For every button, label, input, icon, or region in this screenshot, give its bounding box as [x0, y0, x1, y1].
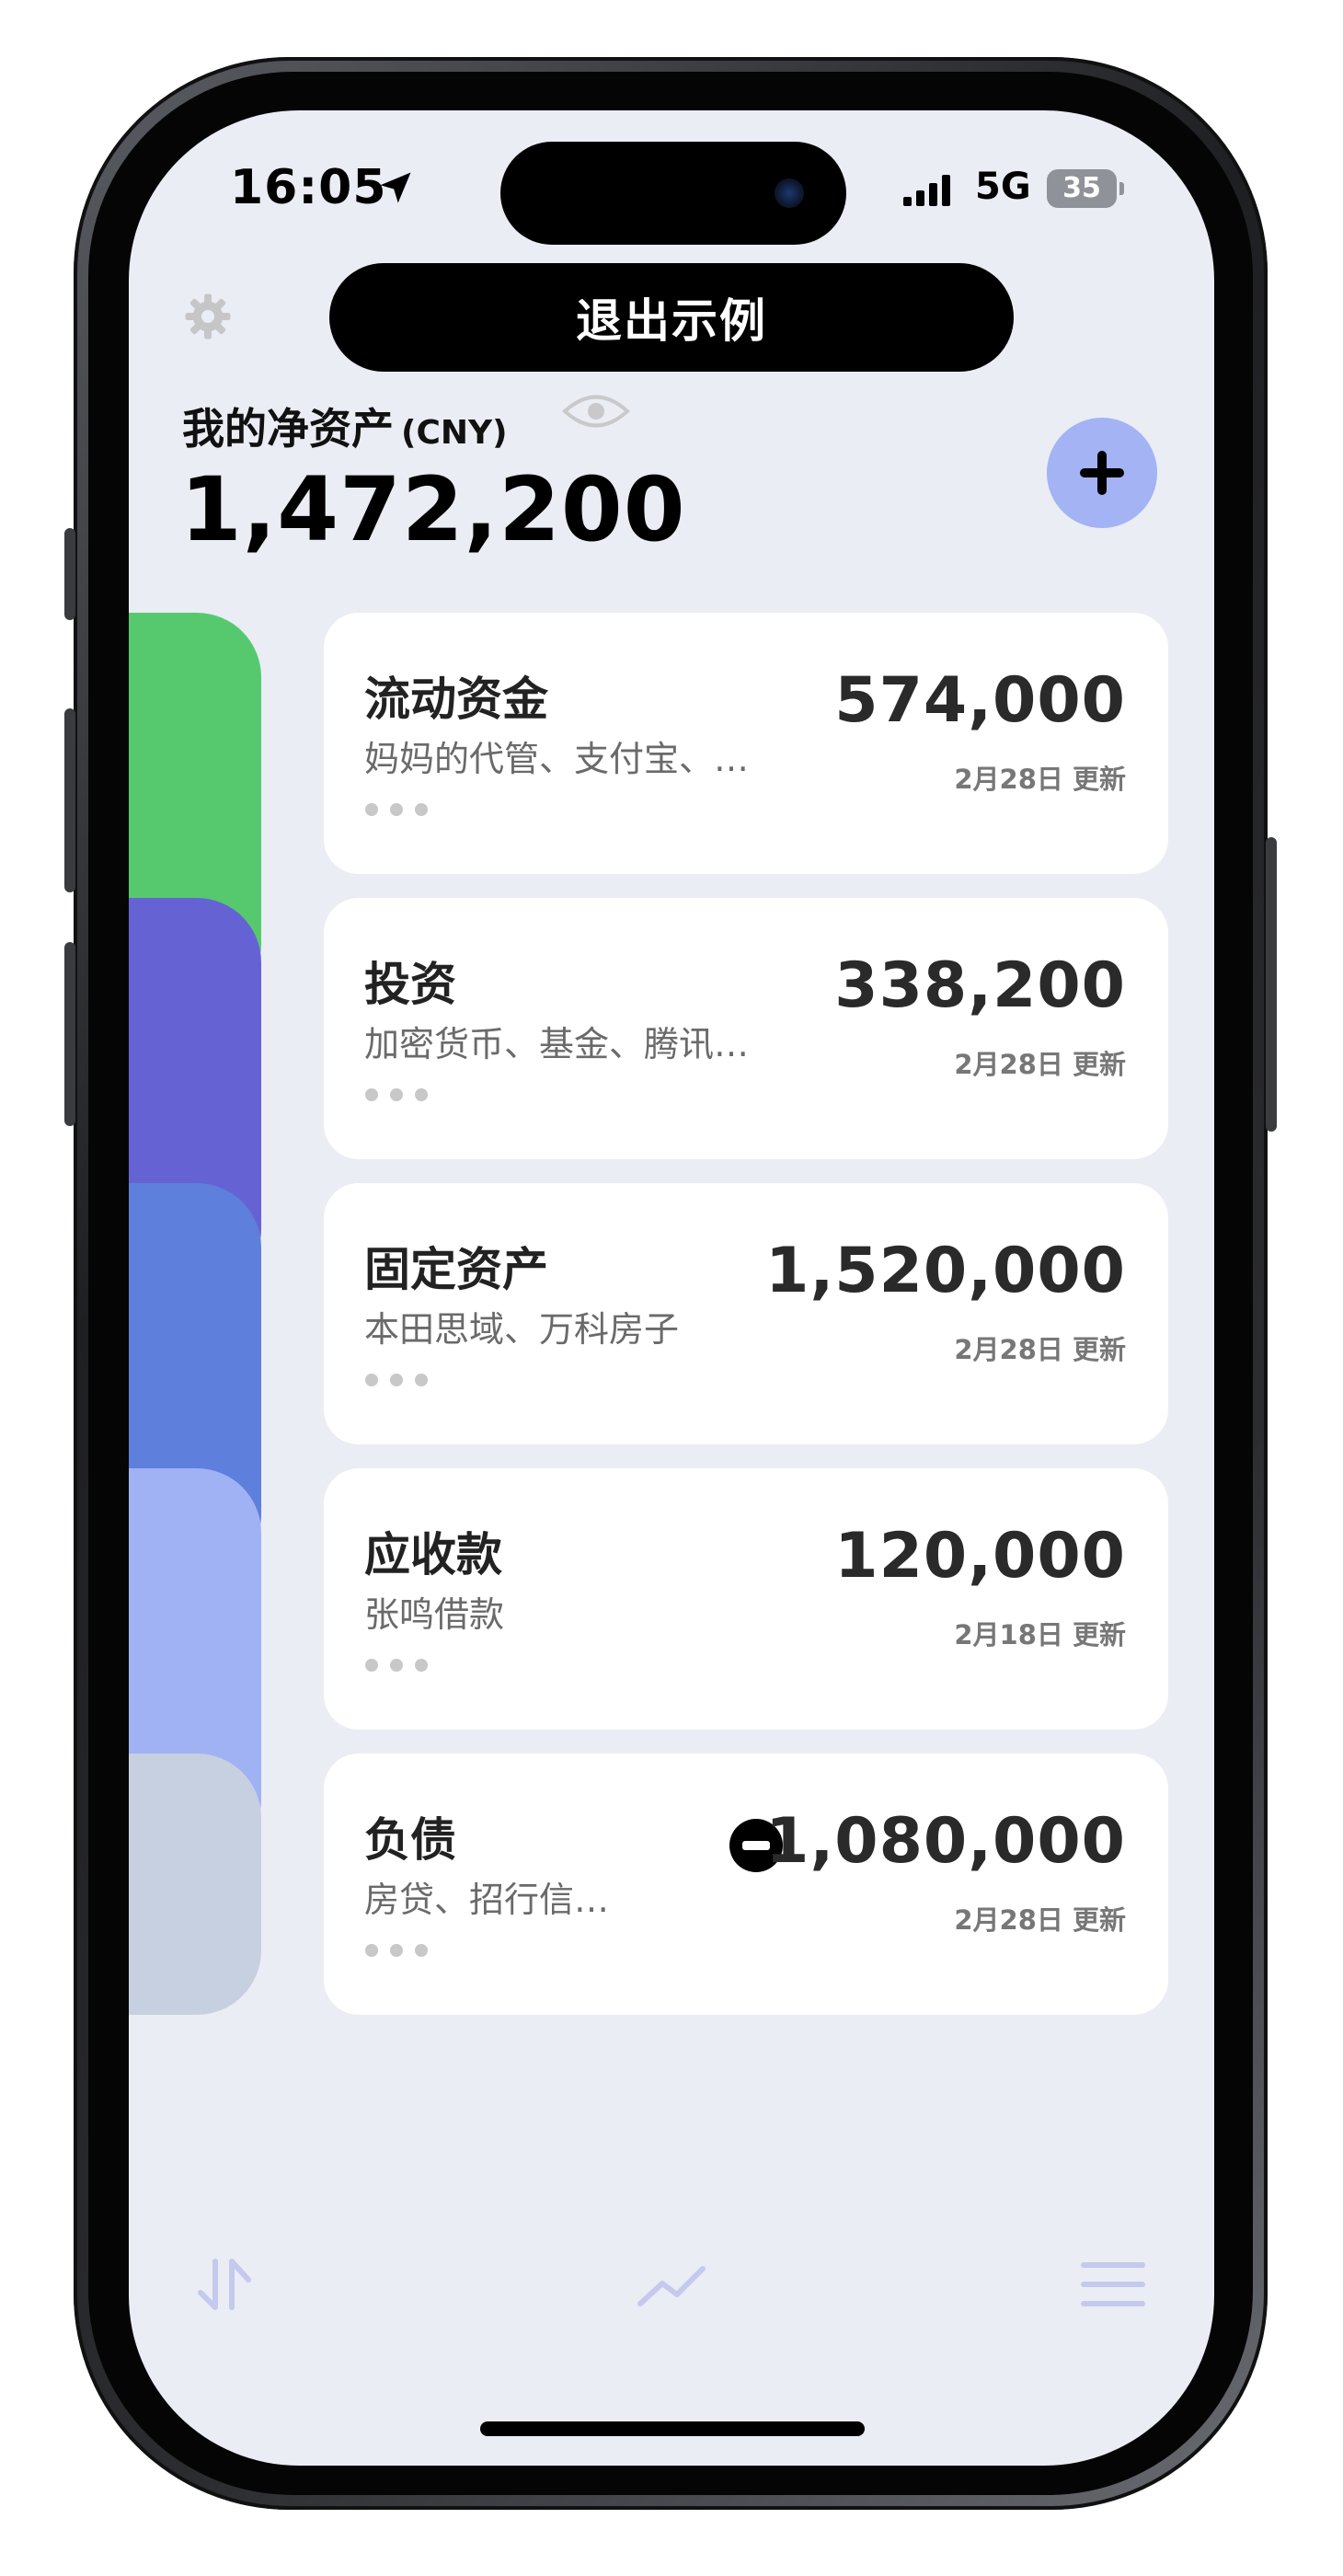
card-value: 574,000 [834, 664, 1126, 737]
plus-icon [1080, 451, 1124, 495]
status-time: 16:05 [230, 160, 387, 215]
battery-icon: 35 [1047, 169, 1117, 208]
card-title: 应收款 [364, 1528, 502, 1581]
card-updated: 2月18日 更新 [954, 1619, 1126, 1650]
card-liabilities[interactable]: 负债 房贷、招行信… 1,080,000 2月28日 更新 [324, 1754, 1168, 2015]
currency-label: (CNY) [401, 414, 508, 452]
battery-tip [1119, 182, 1124, 195]
gear-icon[interactable] [182, 291, 234, 342]
exit-demo-button[interactable]: 退出示例 [329, 263, 1014, 372]
net-worth-label: 我的净资产 (CNY) [182, 396, 508, 456]
eye-icon[interactable] [561, 388, 631, 434]
card-value: 338,200 [834, 949, 1126, 1022]
card-title: 负债 [364, 1813, 456, 1867]
volume-up-button [64, 708, 75, 892]
card-title: 投资 [364, 958, 456, 1011]
card-value: 120,000 [834, 1520, 1126, 1593]
add-button[interactable] [1047, 418, 1157, 528]
screen: 16:05 5G 35 退出示例 我的净资产 (CNY) 1,472,200 流… [129, 110, 1214, 2466]
card-subtitle: 本田思域、万科房子 [364, 1309, 680, 1350]
action-button [64, 528, 75, 620]
card-liquid-funds[interactable]: 流动资金 妈妈的代管、支付宝、… 574,000 2月28日 更新 [324, 613, 1168, 874]
card-investment[interactable]: 投资 加密货币、基金、腾讯… 338,200 2月28日 更新 [324, 898, 1168, 1159]
more-dots-icon[interactable] [364, 1087, 429, 1102]
net-worth-value: 1,472,200 [180, 458, 686, 561]
volume-down-button [64, 942, 75, 1126]
tab-liabilities[interactable] [129, 1754, 261, 2015]
more-dots-icon[interactable] [364, 1373, 429, 1387]
cellular-signal-icon [903, 175, 950, 206]
sort-icon[interactable] [188, 2252, 261, 2317]
card-updated: 2月28日 更新 [954, 1049, 1126, 1080]
home-indicator[interactable] [480, 2421, 865, 2436]
card-receivables[interactable]: 应收款 张鸣借款 120,000 2月18日 更新 [324, 1468, 1168, 1730]
card-subtitle: 房贷、招行信… [364, 1880, 610, 1920]
card-updated: 2月28日 更新 [954, 1904, 1126, 1936]
more-dots-icon[interactable] [364, 1658, 429, 1673]
more-dots-icon[interactable] [364, 1943, 429, 1958]
card-updated: 2月28日 更新 [954, 764, 1126, 795]
camera-icon [775, 178, 804, 208]
card-subtitle: 妈妈的代管、支付宝、… [364, 739, 750, 779]
card-subtitle: 张鸣借款 [364, 1594, 505, 1635]
card-title: 流动资金 [364, 673, 548, 726]
card-subtitle: 加密货币、基金、腾讯… [364, 1024, 750, 1064]
more-dots-icon[interactable] [364, 802, 429, 817]
card-updated: 2月28日 更新 [954, 1334, 1126, 1365]
card-value: 1,080,000 [765, 1805, 1126, 1878]
location-arrow-icon [380, 172, 411, 203]
trend-chart-icon[interactable] [635, 2252, 708, 2317]
dynamic-island [500, 142, 846, 245]
card-fixed-assets[interactable]: 固定资产 本田思域、万科房子 1,520,000 2月28日 更新 [324, 1183, 1168, 1444]
card-value: 1,520,000 [765, 1235, 1126, 1307]
menu-icon[interactable] [1076, 2252, 1150, 2317]
card-title: 固定资产 [364, 1243, 548, 1296]
net-worth-title: 我的净资产 [182, 404, 394, 454]
network-type: 5G [975, 166, 1031, 208]
power-button [1266, 837, 1277, 1132]
